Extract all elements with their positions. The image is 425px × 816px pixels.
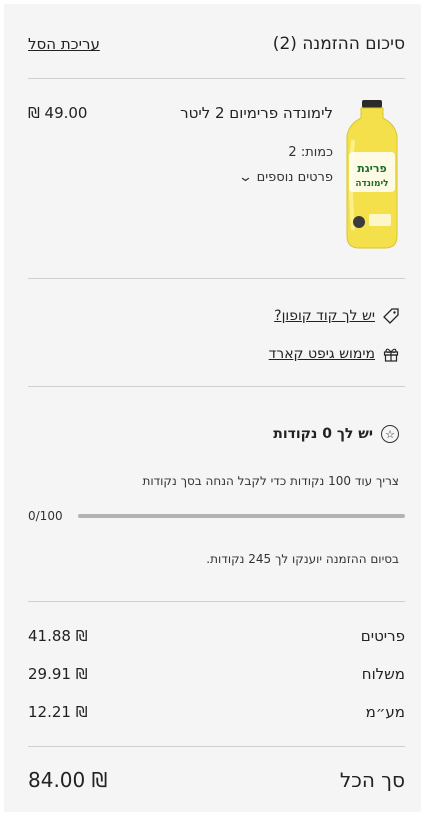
vat-row: מע״מ 12.21 ₪ (28, 703, 405, 721)
star-circle-icon: ☆ (381, 425, 399, 443)
grand-total-label: סך הכל (339, 768, 405, 792)
product-price: ₪ 49.00 (28, 104, 88, 122)
divider (28, 386, 405, 387)
svg-text:לימונדה: לימונדה (355, 179, 388, 189)
tag-icon (383, 308, 399, 324)
gift-card-link-label: מימוש גיפט קארד (268, 346, 375, 362)
divider (28, 746, 405, 747)
edit-cart-link[interactable]: עריכת הסל (28, 35, 100, 53)
shipping-row: משלוח 29.91 ₪ (28, 665, 405, 683)
gift-icon (383, 348, 399, 362)
items-total-value: 41.88 ₪ (28, 627, 88, 645)
vat-value: 12.21 ₪ (28, 703, 88, 721)
shipping-label: משלוח (361, 665, 405, 683)
order-summary-header: סיכום ההזמנה (2) עריכת הסל (28, 34, 405, 54)
product-quantity: כמות: 2 (288, 145, 333, 160)
points-progress-bar (78, 514, 405, 518)
items-total-label: פריטים (360, 627, 405, 645)
points-balance: ☆ יש לך 0 נקודות (273, 425, 399, 443)
more-items-toggle[interactable]: פרטים נוספים ⌄ (237, 170, 333, 185)
grand-total-value: 84.00 ₪ (28, 768, 108, 792)
gift-card-link[interactable]: מימוש גיפט קארד (269, 346, 399, 362)
order-summary-card: סיכום ההזמנה (2) עריכת הסל פריגת לימונדה… (4, 4, 421, 812)
points-earn-text: בסיום ההזמנה יוענקו לך 245 נקודות. (206, 552, 399, 566)
shipping-value: 29.91 ₪ (28, 665, 88, 683)
svg-text:פריגת: פריגת (357, 162, 387, 175)
points-needed-text: צריך עוד 100 נקודות כדי לקבל הנחה בסך נק… (142, 474, 399, 488)
chevron-down-icon: ⌄ (237, 170, 253, 185)
divider (28, 278, 405, 279)
product-name: לימונדה פרימיום 2 ליטר (180, 104, 333, 122)
coupon-link-label: יש לך קוד קופון? (274, 308, 375, 324)
divider (28, 601, 405, 602)
more-items-label: פרטים נוספים (256, 170, 333, 185)
items-total-row: פריטים 41.88 ₪ (28, 627, 405, 645)
coupon-link[interactable]: יש לך קוד קופון? (274, 308, 399, 324)
order-summary-title: סיכום ההזמנה (2) (272, 34, 405, 54)
divider (28, 78, 405, 79)
lemonade-bottle-image: פריגת לימונדה (346, 100, 398, 249)
points-progress-label: 0/100 (28, 509, 63, 523)
grand-total-row: סך הכל 84.00 ₪ (28, 768, 405, 792)
points-balance-label: יש לך 0 נקודות (273, 426, 373, 442)
vat-label: מע״מ (365, 703, 405, 721)
